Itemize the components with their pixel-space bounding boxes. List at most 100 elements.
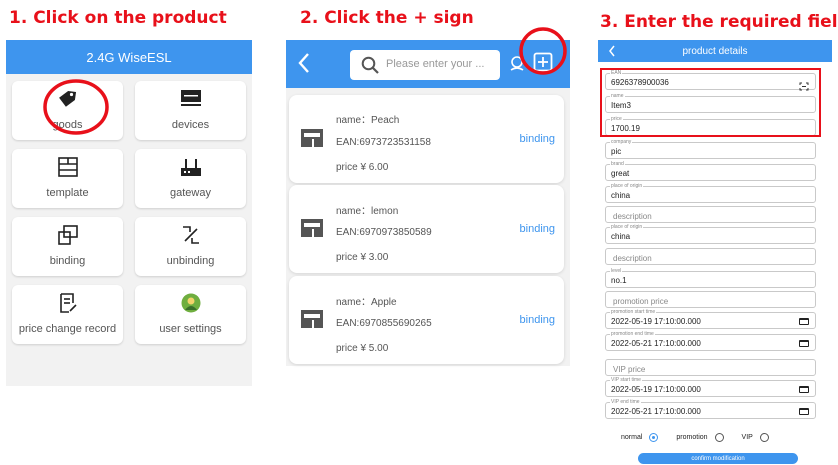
calendar-icon[interactable] bbox=[799, 340, 809, 347]
step-1-title: 1. Click on the product bbox=[9, 8, 227, 28]
tile-label: gateway bbox=[170, 187, 211, 199]
company-caption: company bbox=[610, 139, 633, 145]
app-title: 2.4G WiseESL bbox=[6, 40, 252, 74]
radio-promotion[interactable] bbox=[714, 433, 724, 442]
product-card[interactable]: name：lemon EAN:6970973850589 price ¥ 3.0… bbox=[289, 185, 564, 273]
radio-normal[interactable] bbox=[649, 433, 659, 442]
tile-template[interactable]: template bbox=[12, 149, 123, 208]
tile-label: user settings bbox=[159, 323, 222, 335]
tile-label: unbinding bbox=[166, 255, 215, 267]
template-icon bbox=[57, 157, 78, 182]
home-screen: 2.4G WiseESL goods devices template gate… bbox=[6, 40, 252, 386]
vip-end-caption: VIP end time bbox=[610, 399, 641, 405]
tile-price-change-record[interactable]: price change record bbox=[12, 285, 123, 344]
calendar-icon[interactable] bbox=[799, 318, 809, 325]
tile-label: price change record bbox=[18, 323, 117, 335]
promotion-start-caption: promotion start time bbox=[610, 309, 657, 315]
highlight-box bbox=[600, 68, 821, 137]
level-value: no.1 bbox=[611, 276, 627, 285]
origin-caption: place of origin bbox=[610, 183, 644, 189]
origin-value: china bbox=[611, 191, 631, 200]
product-ean: EAN:6970973850589 bbox=[336, 227, 432, 238]
product-image-icon bbox=[301, 219, 323, 242]
product-price: price ¥ 3.00 bbox=[336, 252, 389, 263]
vip-start-caption: VIP start time bbox=[610, 377, 642, 383]
step-3-title: 3. Enter the required fields bbox=[600, 12, 838, 32]
tile-devices[interactable]: devices bbox=[135, 81, 246, 140]
top-bar: Please enter your ... bbox=[286, 27, 570, 88]
binding-link[interactable]: binding bbox=[520, 133, 555, 145]
description-field[interactable]: description bbox=[605, 206, 816, 223]
tile-label: devices bbox=[171, 119, 210, 131]
product-card[interactable]: name：Apple EAN:6970855690265 price ¥ 5.0… bbox=[289, 276, 564, 364]
description-field[interactable]: description bbox=[605, 248, 816, 265]
description-placeholder: description bbox=[613, 254, 652, 263]
radio-vip[interactable] bbox=[759, 433, 769, 442]
promotion-end-value: 2022-05-21 17:10:00.000 bbox=[611, 339, 701, 348]
tile-label: template bbox=[46, 187, 89, 199]
product-details-screen: product details EAN 6926378900036 name I… bbox=[598, 40, 832, 464]
highlight-circle bbox=[43, 79, 109, 135]
radio-label-normal: normal bbox=[621, 434, 643, 441]
vip-price-field[interactable]: VIP price bbox=[605, 359, 816, 376]
company-field[interactable]: company pic bbox=[605, 139, 816, 159]
origin-field[interactable]: place of origin china bbox=[605, 224, 816, 244]
level-field[interactable]: level no.1 bbox=[605, 268, 816, 288]
calendar-icon[interactable] bbox=[799, 386, 809, 393]
product-price: price ¥ 5.00 bbox=[336, 343, 389, 354]
highlight-circle bbox=[519, 27, 567, 75]
description-placeholder: description bbox=[613, 212, 652, 221]
user-settings-icon bbox=[181, 293, 201, 318]
product-name: name：Peach bbox=[336, 115, 400, 126]
promotion-price-placeholder: promotion price bbox=[613, 297, 669, 306]
brand-caption: brand bbox=[610, 161, 625, 167]
promotion-start-field[interactable]: promotion start time 2022-05-19 17:10:00… bbox=[605, 309, 816, 329]
binding-link[interactable]: binding bbox=[520, 314, 555, 326]
binding-link[interactable]: binding bbox=[520, 223, 555, 235]
step-2-title: 2. Click the + sign bbox=[300, 8, 474, 28]
tile-label: binding bbox=[49, 255, 86, 267]
back-icon[interactable] bbox=[297, 52, 311, 79]
promotion-end-caption: promotion end time bbox=[610, 331, 655, 337]
record-icon bbox=[59, 293, 77, 318]
binding-icon bbox=[57, 225, 78, 250]
gateway-icon bbox=[180, 157, 202, 182]
tile-unbinding[interactable]: unbinding bbox=[135, 217, 246, 276]
promotion-price-field[interactable]: promotion price bbox=[605, 291, 816, 308]
product-price: price ¥ 6.00 bbox=[336, 162, 389, 173]
product-image-icon bbox=[301, 310, 323, 333]
product-name: name：Apple bbox=[336, 297, 397, 308]
top-bar: product details bbox=[598, 40, 832, 62]
search-icon bbox=[361, 56, 379, 79]
promotion-start-value: 2022-05-19 17:10:00.000 bbox=[611, 317, 701, 326]
calendar-icon[interactable] bbox=[799, 408, 809, 415]
brand-value: great bbox=[611, 169, 630, 178]
origin-value: china bbox=[611, 232, 631, 241]
search-placeholder: Please enter your ... bbox=[386, 58, 485, 70]
radio-label-vip: VIP bbox=[741, 434, 753, 441]
product-ean: EAN:6973723531158 bbox=[336, 137, 431, 148]
product-card[interactable]: name：Peach EAN:6973723531158 price ¥ 6.0… bbox=[289, 95, 564, 183]
tile-gateway[interactable]: gateway bbox=[135, 149, 246, 208]
tile-binding[interactable]: binding bbox=[12, 217, 123, 276]
vip-start-value: 2022-05-19 17:10:00.000 bbox=[611, 385, 701, 394]
radio-label-promotion: promotion bbox=[676, 434, 708, 441]
product-list-screen: Please enter your ... name：Peach EAN:697… bbox=[286, 27, 570, 366]
origin-caption: place of origin bbox=[610, 224, 644, 230]
product-image-icon bbox=[301, 129, 323, 152]
back-icon[interactable] bbox=[608, 45, 616, 60]
page-title: product details bbox=[682, 45, 748, 57]
brand-field[interactable]: brand great bbox=[605, 161, 816, 181]
confirm-modification-button[interactable]: confirm modification bbox=[638, 453, 798, 464]
company-value: pic bbox=[611, 147, 622, 156]
price-type-radio-group: normal promotion VIP bbox=[621, 433, 787, 442]
origin-field[interactable]: place of origin china bbox=[605, 183, 816, 203]
level-caption: level bbox=[610, 268, 623, 274]
vip-end-field[interactable]: VIP end time 2022-05-21 17:10:00.000 bbox=[605, 399, 816, 419]
tile-user-settings[interactable]: user settings bbox=[135, 285, 246, 344]
unbinding-icon bbox=[181, 225, 201, 250]
promotion-end-field[interactable]: promotion end time 2022-05-21 17:10:00.0… bbox=[605, 331, 816, 351]
vip-start-field[interactable]: VIP start time 2022-05-19 17:10:00.000 bbox=[605, 377, 816, 397]
search-input[interactable]: Please enter your ... bbox=[350, 50, 500, 80]
device-icon bbox=[180, 89, 202, 114]
